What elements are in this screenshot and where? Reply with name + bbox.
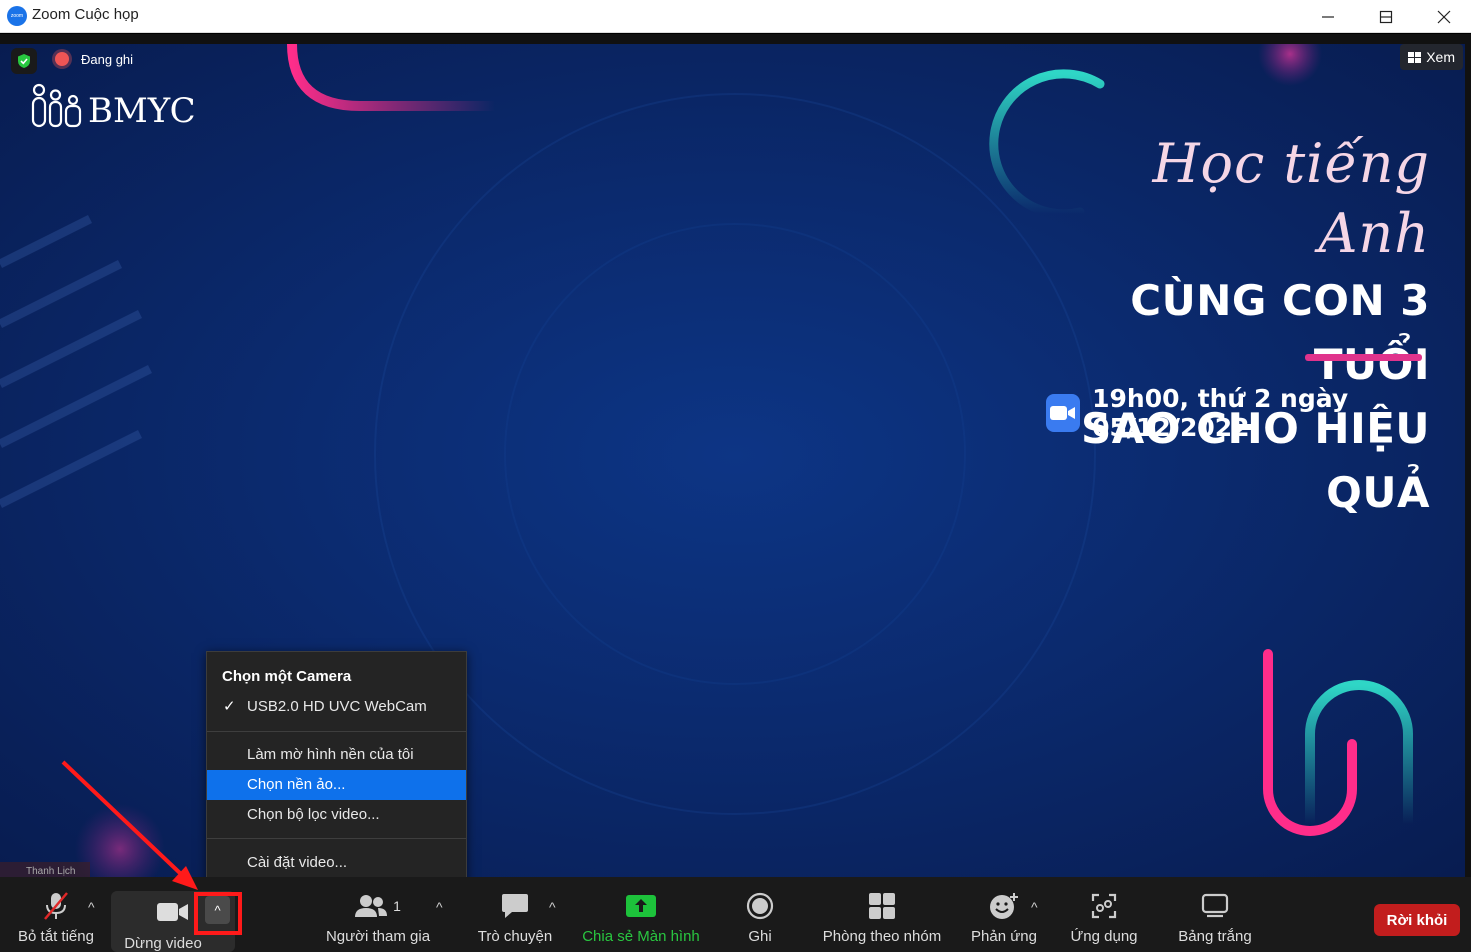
participants-icon (355, 895, 388, 917)
record-button[interactable]: Ghi (730, 877, 790, 952)
unmute-label: Bỏ tắt tiếng (18, 928, 94, 945)
breakout-rooms-icon (869, 893, 895, 919)
event-date: 19h00, thứ 2 ngày 05/12/2022 (1092, 384, 1349, 442)
menu-item-virtual-background[interactable]: Chọn nền ảo... (207, 770, 466, 800)
chat-label: Trò chuyện (477, 928, 553, 945)
logo-text: BMYC (88, 91, 196, 131)
event-headline: Học tiếng Anh CÙNG CON 3 TUỔI SAO CHO HI… (1030, 129, 1430, 525)
zoom-camera-icon (1046, 394, 1081, 432)
leave-meeting-button[interactable]: Rời khỏi (1374, 904, 1460, 936)
bmyc-logo: BMYC (30, 80, 196, 128)
security-shield-icon[interactable] (11, 48, 37, 74)
menu-item-label: USB2.0 HD UVC WebCam (247, 698, 427, 715)
record-icon (746, 892, 774, 920)
window-title: Zoom Cuộc họp (32, 6, 139, 23)
recording-indicator[interactable]: Đang ghi (47, 47, 141, 71)
recording-dot-icon (55, 52, 69, 66)
chat-options-caret[interactable]: ^ (549, 899, 556, 915)
zoom-app-icon: zoom (7, 6, 27, 26)
maximize-icon (1379, 10, 1393, 23)
audio-options-caret[interactable]: ^ (88, 899, 95, 915)
reactions-label: Phản ứng (971, 928, 1037, 945)
menu-divider (207, 838, 466, 839)
recording-label: Đang ghi (81, 51, 134, 67)
bmyc-family-icon (31, 83, 82, 128)
menu-item-blur-background[interactable]: Làm mờ hình nền của tôi (207, 740, 466, 770)
whiteboard-icon (1201, 893, 1229, 918)
minimize-line-icon (1322, 15, 1334, 18)
headline-script: Học tiếng Anh (1152, 132, 1430, 265)
apps-icon (1091, 893, 1117, 919)
menu-item-video-settings[interactable]: Cài đặt video... (207, 848, 466, 878)
apps-button[interactable]: Ứng dụng (1062, 877, 1146, 952)
stage-top-border (0, 34, 1471, 44)
reactions-icon (990, 893, 1018, 919)
menu-divider (207, 731, 466, 732)
share-screen-button[interactable]: Chia sẻ Màn hình (578, 877, 704, 952)
record-label: Ghi (748, 928, 772, 945)
headline-divider (1305, 354, 1422, 361)
menu-item-label: Chọn bộ lọc video... (247, 806, 380, 823)
view-label: Xem (1426, 49, 1455, 65)
menu-item-label: Cài đặt video... (247, 854, 348, 871)
maximize-button[interactable] (1363, 0, 1409, 33)
zoom-window: zoom Zoom Cuộc họp Đang ghi Xem BMYC Học… (0, 0, 1471, 952)
participant-count: 1 (393, 898, 401, 914)
share-screen-label: Chia sẻ Màn hình (582, 928, 700, 945)
menu-item-label: Làm mờ hình nền của tôi (247, 746, 414, 763)
breakout-rooms-label: Phòng theo nhóm (822, 928, 942, 945)
apps-label: Ứng dụng (1070, 928, 1138, 945)
minimize-window-button[interactable] (1305, 0, 1351, 33)
close-icon (1437, 10, 1451, 23)
share-screen-icon (626, 895, 656, 917)
grid-view-icon (1408, 51, 1422, 63)
participants-label: Người tham gia (325, 928, 431, 945)
menu-header: Chọn một Camera (222, 668, 352, 685)
breakout-rooms-button[interactable]: Phòng theo nhóm (816, 877, 948, 952)
checkmark-icon: ✓ (223, 698, 236, 715)
menu-item-video-filter[interactable]: Chọn bộ lọc video... (207, 800, 466, 830)
stage-right-border (1465, 34, 1471, 877)
microphone-muted-icon (44, 892, 68, 920)
annotation-highlight-box (194, 892, 242, 935)
participants-button[interactable]: 1 Người tham gia (318, 877, 438, 952)
title-bar: zoom Zoom Cuộc họp (0, 0, 1471, 33)
video-camera-icon (157, 903, 188, 921)
whiteboard-label: Bảng trắng (1178, 928, 1252, 945)
menu-item-label: Chọn nền ảo... (247, 776, 346, 793)
event-date-row: 19h00, thứ 2 ngày 05/12/2022 (1046, 384, 1471, 442)
close-button[interactable] (1421, 0, 1467, 33)
headline-line-1: CÙNG CON 3 TUỔI (1130, 276, 1430, 389)
menu-item-webcam[interactable]: ✓ USB2.0 HD UVC WebCam (207, 692, 466, 722)
view-button[interactable]: Xem (1400, 44, 1463, 70)
camera-options-menu: Chọn một Camera ✓ USB2.0 HD UVC WebCam L… (206, 651, 467, 887)
chat-icon (502, 894, 528, 918)
whiteboard-button[interactable]: Bảng trắng (1170, 877, 1260, 952)
reactions-options-caret[interactable]: ^ (1031, 899, 1038, 915)
participants-options-caret[interactable]: ^ (436, 899, 443, 915)
stop-video-label: Dừng video (124, 935, 202, 952)
self-view-thumbnail[interactable]: Thanh Lịch (0, 862, 90, 877)
chat-button[interactable]: Trò chuyện (470, 877, 560, 952)
